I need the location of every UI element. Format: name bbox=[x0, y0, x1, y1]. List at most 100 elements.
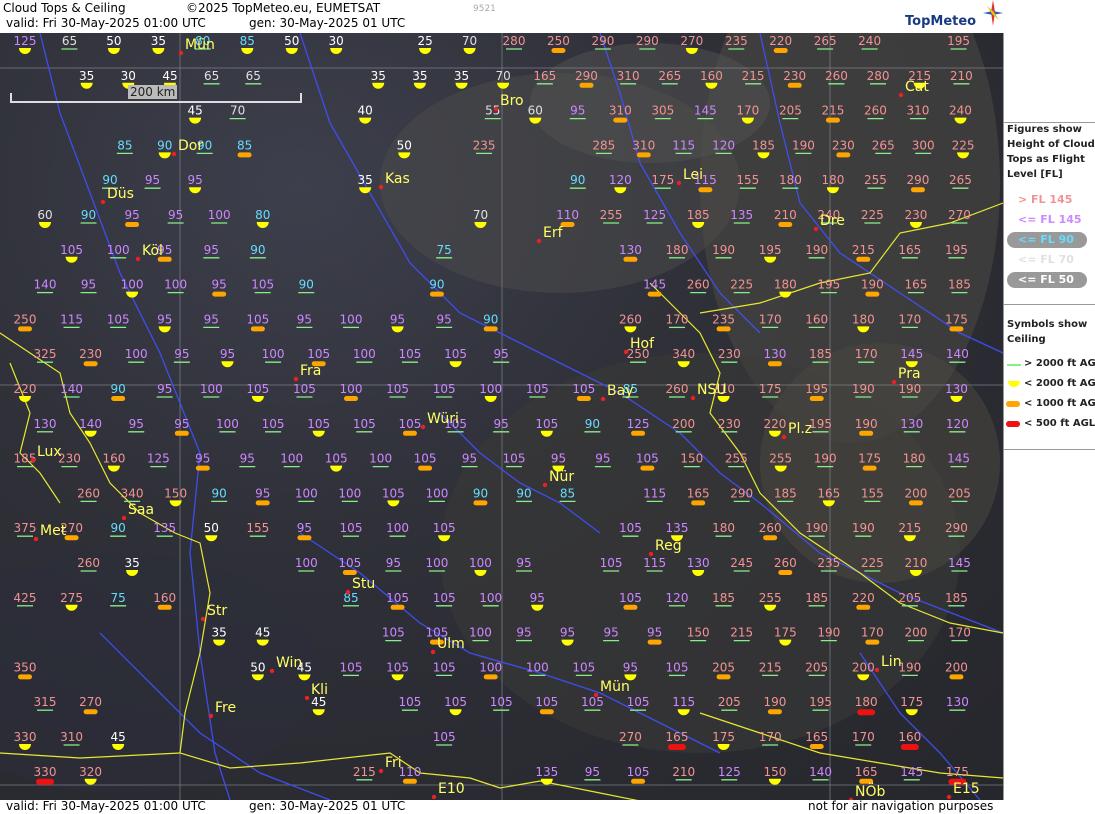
city-label[interactable]: NSU bbox=[697, 382, 727, 398]
city-marker bbox=[345, 589, 351, 595]
city-label[interactable]: Mün bbox=[600, 679, 630, 695]
city-label[interactable]: Hof bbox=[630, 336, 655, 352]
city-label[interactable]: Bro bbox=[500, 93, 524, 109]
flight-level-value: 105 bbox=[433, 591, 456, 605]
flight-level-value: 110 bbox=[398, 765, 421, 779]
flight-level-value: 120 bbox=[712, 138, 735, 152]
city-label[interactable]: Fri bbox=[385, 755, 402, 771]
flight-level-value: 100 bbox=[353, 347, 376, 361]
city-label[interactable]: Str bbox=[207, 603, 227, 619]
legend-panel: Figures show Height of Cloud Tops as Fligh… bbox=[1003, 33, 1095, 800]
flight-level-value: 205 bbox=[805, 660, 828, 674]
flight-level-value: 105 bbox=[340, 660, 363, 674]
flight-level-value: 105 bbox=[353, 417, 376, 431]
city-label[interactable]: Pl.z bbox=[788, 421, 812, 437]
flight-level-value: 155 bbox=[246, 521, 269, 535]
flight-level-value: 95 bbox=[212, 278, 227, 292]
flight-level-value: 105 bbox=[503, 452, 526, 466]
city-label[interactable]: Mün bbox=[185, 37, 215, 53]
flight-level-value: 180 bbox=[666, 243, 689, 257]
flight-level-value: 100 bbox=[425, 556, 448, 570]
flight-level-value: 245 bbox=[730, 556, 753, 570]
city-label[interactable]: Win bbox=[276, 655, 302, 671]
flight-level-value: 135 bbox=[666, 521, 689, 535]
flight-level-value: 170 bbox=[948, 626, 971, 640]
flight-level-value: 200 bbox=[672, 417, 695, 431]
ceiling-symbol bbox=[18, 326, 32, 332]
flight-level-value: 100 bbox=[216, 417, 239, 431]
city-label[interactable]: Kli bbox=[311, 682, 328, 698]
flight-level-value: 105 bbox=[251, 278, 274, 292]
flight-level-value: 95 bbox=[437, 312, 452, 326]
city-label[interactable]: Würi bbox=[427, 411, 459, 427]
city-label[interactable]: Fra bbox=[300, 363, 321, 379]
city-label[interactable]: Düs bbox=[107, 186, 134, 202]
flight-level-value: 325 bbox=[34, 347, 57, 361]
city-label[interactable]: Erf bbox=[543, 225, 564, 241]
city-marker bbox=[690, 395, 696, 401]
flight-level-value: 35 bbox=[371, 69, 386, 83]
flight-level-value: 290 bbox=[730, 486, 753, 500]
flight-level-value: 165 bbox=[533, 69, 556, 83]
city-label[interactable]: Dre bbox=[820, 213, 845, 229]
flight-level-value: 105 bbox=[619, 521, 642, 535]
city-label[interactable]: E10 bbox=[438, 781, 465, 797]
city-label[interactable]: NÖb bbox=[855, 782, 885, 800]
flight-level-value: 205 bbox=[712, 660, 735, 674]
flight-level-value: 290 bbox=[945, 521, 968, 535]
city-label[interactable]: Reg bbox=[655, 538, 682, 554]
ceiling-symbol bbox=[631, 430, 646, 436]
flight-level-value: 425 bbox=[14, 591, 37, 605]
ceiling-symbol bbox=[483, 326, 498, 332]
ceiling-symbol bbox=[241, 48, 254, 54]
flight-level-value: 195 bbox=[817, 278, 840, 292]
city-label[interactable]: Met bbox=[40, 523, 67, 539]
city-marker bbox=[293, 376, 299, 382]
flight-level-value: 70 bbox=[496, 69, 511, 83]
ceiling-symbol bbox=[613, 117, 628, 123]
flight-level-value: 95 bbox=[157, 312, 172, 326]
satellite-map[interactable]: 125 65 50 35 80 85 50 30 25 70 280 250 290 290 270 235 2… bbox=[0, 33, 1003, 800]
flight-level-value: 105 bbox=[581, 695, 604, 709]
flight-level-value: 180 bbox=[779, 173, 802, 187]
city-label[interactable]: Köl bbox=[142, 243, 163, 259]
city-label[interactable]: Pra bbox=[898, 366, 921, 382]
flight-level-value: 125 bbox=[147, 452, 170, 466]
flight-level-value: 95 bbox=[129, 417, 144, 431]
city-label[interactable]: Ulm bbox=[437, 636, 465, 652]
city-label[interactable]: Nür bbox=[549, 469, 574, 485]
flight-level-value: 145 bbox=[948, 556, 971, 570]
ceiling-symbol bbox=[402, 778, 417, 784]
city-label[interactable]: Fre bbox=[215, 700, 236, 716]
flight-level-value: 95 bbox=[647, 626, 662, 640]
flight-level-value: 105 bbox=[433, 660, 456, 674]
city-label[interactable]: Lux bbox=[37, 444, 62, 460]
flight-level-value: 45 bbox=[162, 69, 177, 83]
flight-level-value: 95 bbox=[595, 452, 610, 466]
city-marker bbox=[33, 536, 39, 542]
flight-level-value: 130 bbox=[763, 347, 786, 361]
city-label[interactable]: Lin bbox=[881, 654, 902, 670]
flight-level-value: 95 bbox=[297, 521, 312, 535]
ceiling-symbol bbox=[359, 117, 372, 124]
flight-level-value: 215 bbox=[730, 626, 753, 640]
flight-level-value: 200 bbox=[852, 660, 875, 674]
city-label[interactable]: Kas bbox=[385, 171, 410, 187]
flight-level-value: 100 bbox=[469, 626, 492, 640]
city-label[interactable]: Saa bbox=[128, 502, 154, 518]
city-label[interactable]: Stu bbox=[352, 576, 375, 592]
city-label[interactable]: Dor bbox=[178, 138, 203, 154]
flight-level-value: 95 bbox=[168, 208, 183, 222]
flight-level-value: 230 bbox=[904, 208, 927, 222]
ceiling-legend-symbol bbox=[1007, 364, 1021, 366]
flight-level-value: 180 bbox=[821, 173, 844, 187]
flight-level-value: 105 bbox=[414, 452, 437, 466]
legend-fl-item: <= FL 145 bbox=[1018, 213, 1082, 226]
flight-level-value: 165 bbox=[855, 765, 878, 779]
city-label[interactable]: Lei bbox=[683, 167, 703, 183]
flight-level-value: 180 bbox=[712, 521, 735, 535]
city-label[interactable]: E15 bbox=[953, 781, 980, 797]
city-label[interactable]: Cat bbox=[905, 79, 929, 95]
flight-level-value: 190 bbox=[898, 382, 921, 396]
city-label[interactable]: Bay bbox=[607, 383, 633, 399]
